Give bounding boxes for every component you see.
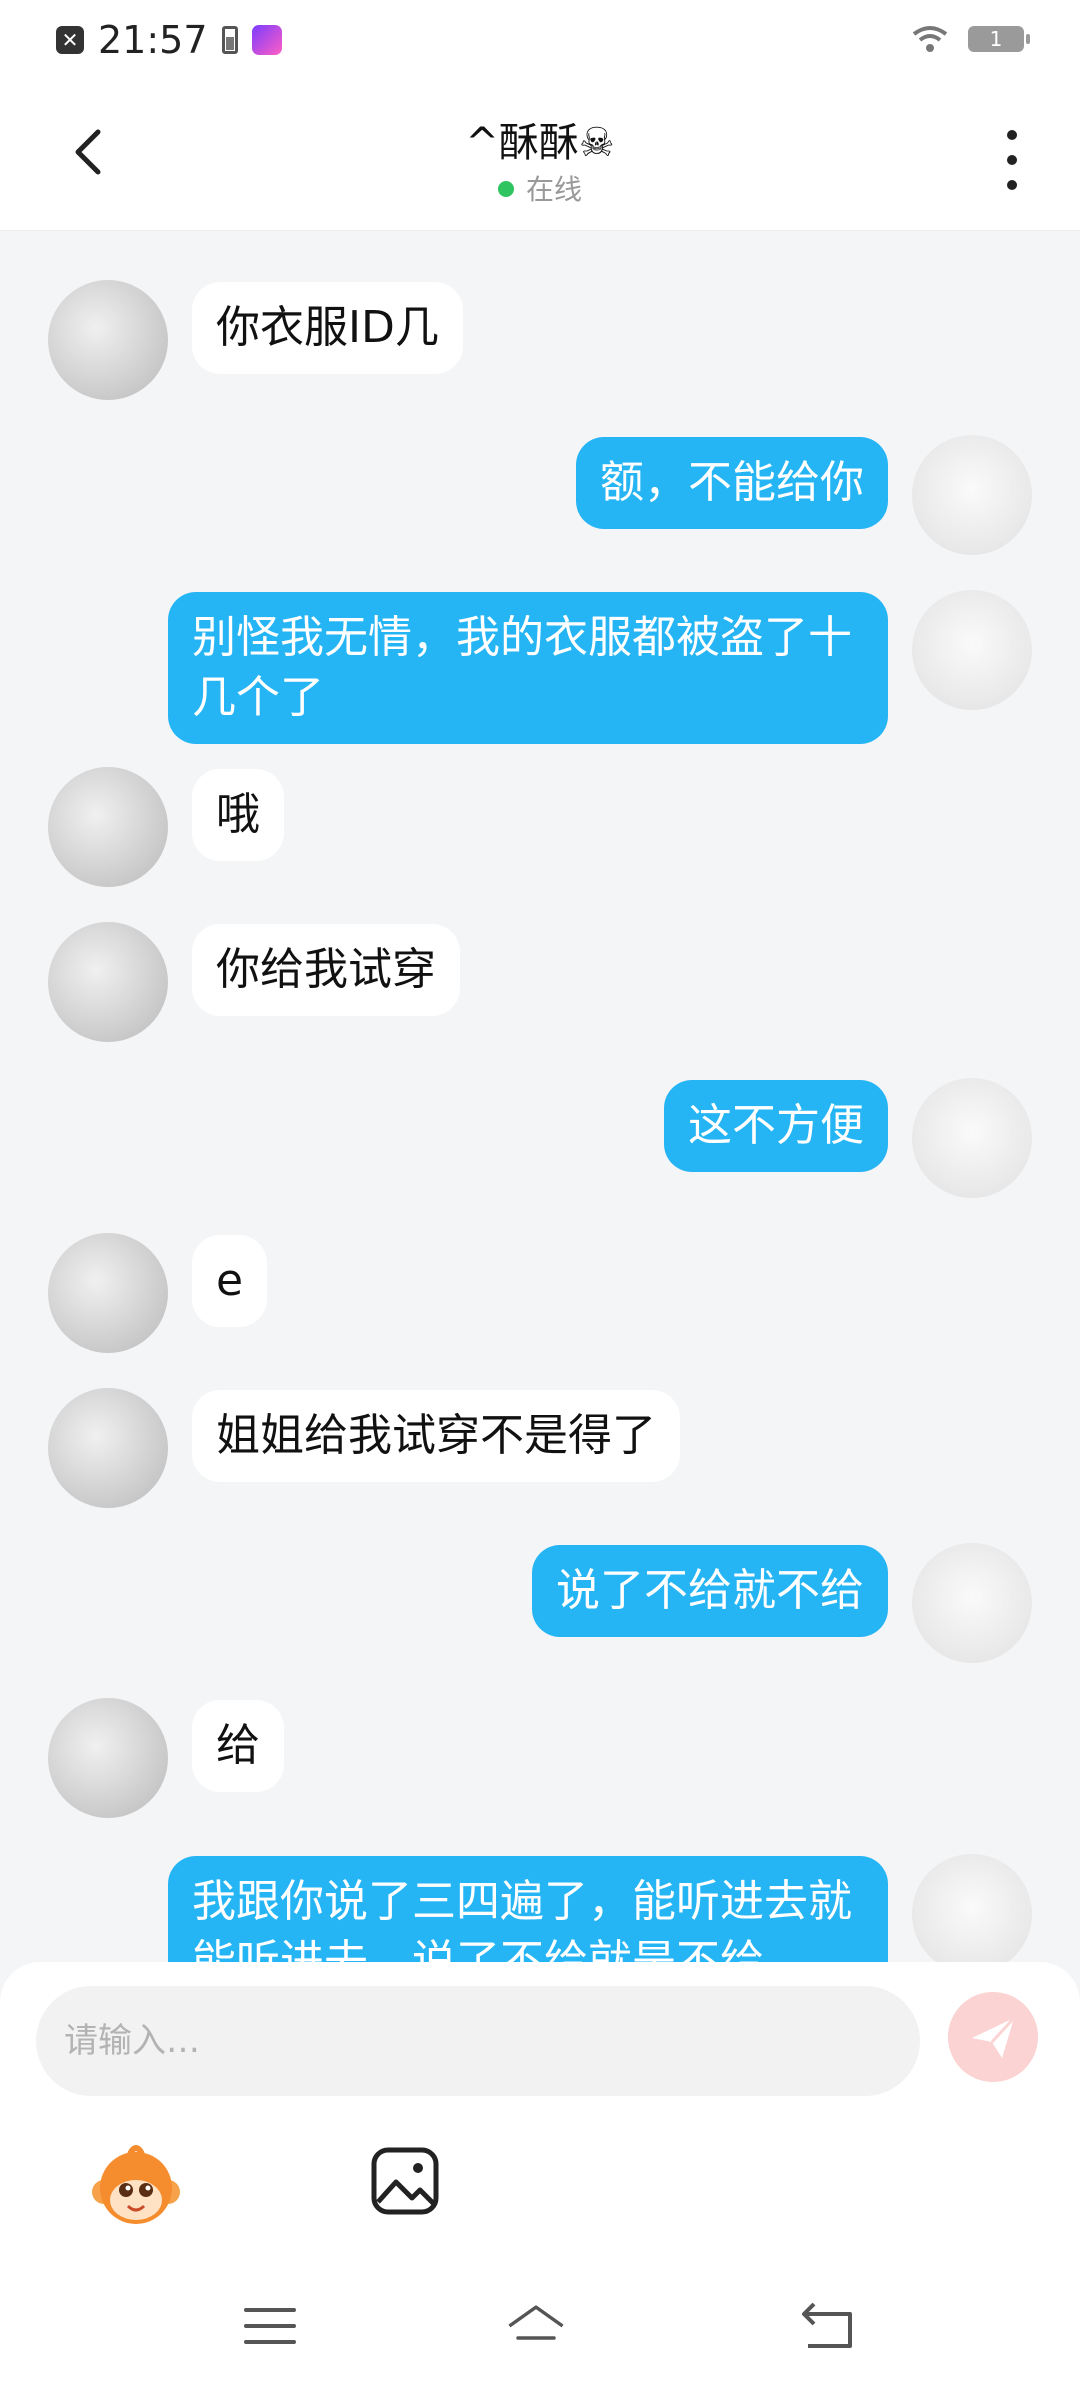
my-avatar[interactable] <box>912 1543 1032 1663</box>
home-icon[interactable] <box>506 2296 566 2356</box>
my-avatar[interactable] <box>912 435 1032 555</box>
back-icon[interactable] <box>796 2296 856 2356</box>
contact-avatar[interactable] <box>48 280 168 400</box>
notification-close-icon: ✕ <box>56 26 84 54</box>
image-icon[interactable] <box>370 2146 440 2216</box>
message-bubble-sent[interactable]: 说了不给就不给 <box>532 1545 888 1637</box>
my-avatar[interactable] <box>912 1854 1032 1962</box>
online-dot <box>497 181 514 197</box>
message-bubble-received[interactable]: 哦 <box>192 769 284 861</box>
chat-header: ^酥酥☠ 在线 <box>0 86 1080 231</box>
chat-title: ^酥酥☠ <box>465 120 615 166</box>
monkey-emoji-icon[interactable] <box>90 2142 182 2234</box>
chat-area[interactable]: 你衣服ID几 额，不能给你 别怪我无情，我的衣服都被盗了十几个了 哦 你给我试穿… <box>0 230 1080 1962</box>
my-avatar[interactable] <box>912 1078 1032 1198</box>
contact-avatar[interactable] <box>48 1233 168 1353</box>
message-bubble-received[interactable]: e <box>192 1235 268 1327</box>
contact-avatar[interactable] <box>48 1388 168 1508</box>
system-nav-bar <box>0 2272 1080 2400</box>
battery-saver-icon <box>221 26 238 54</box>
contact-avatar[interactable] <box>48 1698 168 1818</box>
more-vertical-icon[interactable] <box>992 130 1032 190</box>
input-panel: 请输入… <box>0 1962 1080 2400</box>
status-left: ✕ 21:57 <box>56 18 282 62</box>
battery-icon: 1 <box>968 26 1030 52</box>
status-right: 1 <box>910 24 1030 54</box>
message-bubble-sent[interactable]: 别怪我无情，我的衣服都被盗了十几个了 <box>168 592 888 744</box>
status-bar: ✕ 21:57 1 <box>0 0 1080 86</box>
status-time: 21:57 <box>98 18 208 62</box>
message-bubble-received[interactable]: 给 <box>192 1700 284 1792</box>
message-bubble-received[interactable]: 你给我试穿 <box>192 924 460 1016</box>
message-bubble-sent[interactable]: 我跟你说了三四遍了，能听进去就能听进去，说了不给就是不给 <box>168 1856 888 1962</box>
send-icon[interactable] <box>948 1992 1038 2082</box>
message-bubble-sent[interactable]: 额，不能给你 <box>576 437 888 529</box>
wifi-icon <box>912 26 948 52</box>
message-bubble-sent[interactable]: 这不方便 <box>664 1080 888 1172</box>
message-input[interactable]: 请输入… <box>36 1986 920 2096</box>
my-avatar[interactable] <box>912 590 1032 710</box>
contact-avatar[interactable] <box>48 767 168 887</box>
online-status: 在线 <box>0 168 1080 208</box>
app-notification-icon <box>251 25 282 55</box>
contact-avatar[interactable] <box>48 922 168 1042</box>
menu-icon[interactable] <box>240 2296 300 2356</box>
message-bubble-received[interactable]: 姐姐给我试穿不是得了 <box>192 1390 680 1482</box>
online-status-label: 在线 <box>525 173 582 206</box>
message-bubble-received[interactable]: 你衣服ID几 <box>192 282 463 374</box>
